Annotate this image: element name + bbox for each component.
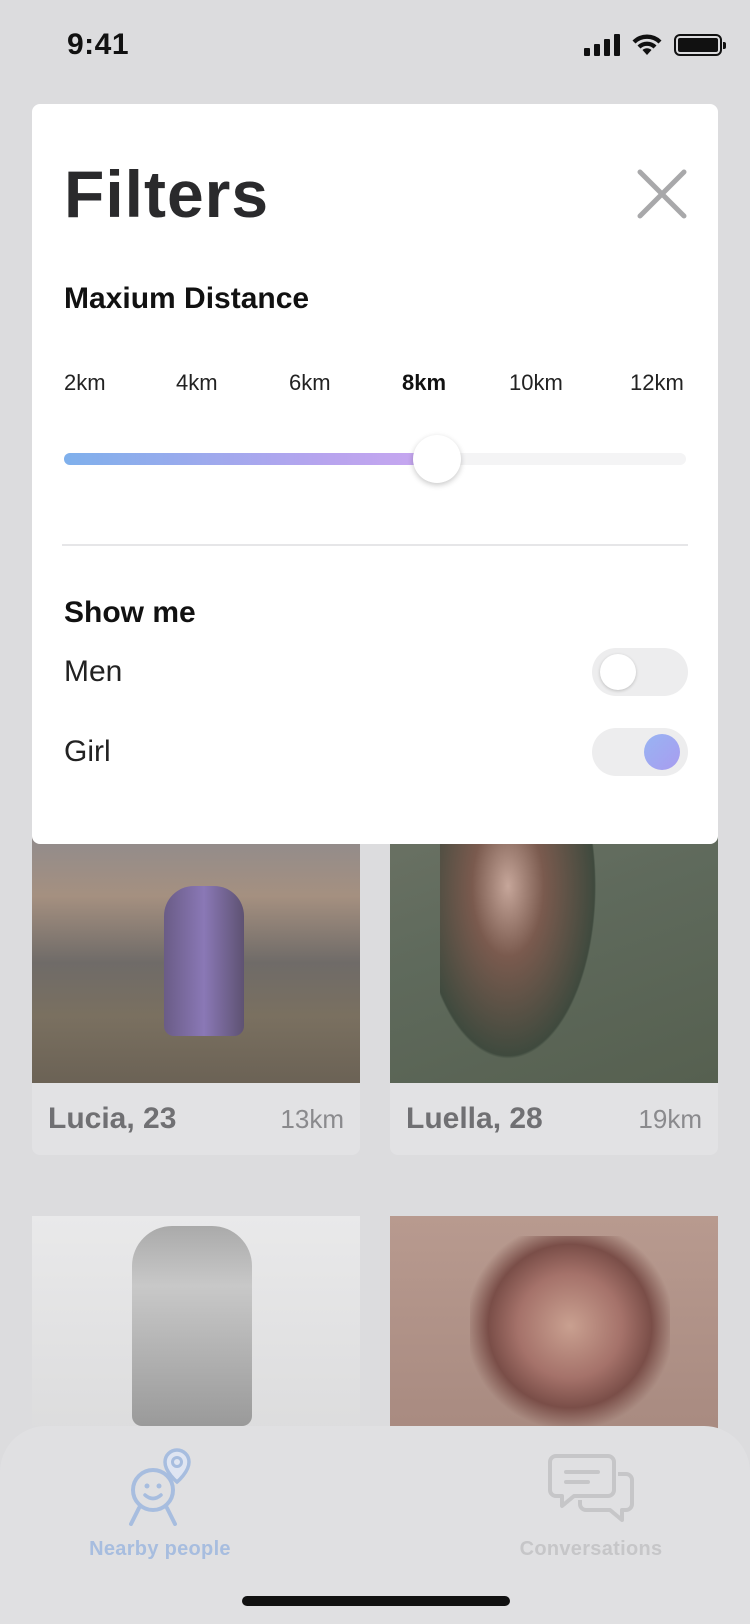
distance-option[interactable]: 12km xyxy=(630,370,684,396)
chat-bubbles-icon xyxy=(548,1454,634,1522)
slider-thumb[interactable] xyxy=(413,435,461,483)
show-men-row: Men xyxy=(64,648,688,696)
person-card[interactable] xyxy=(390,1216,718,1436)
tab-bar: Nearby people Conversations xyxy=(0,1426,750,1624)
person-card[interactable]: Luella, 28 19km xyxy=(390,816,718,1155)
tab-label: Conversations xyxy=(519,1538,663,1560)
show-me-section-title: Show me xyxy=(64,596,196,629)
close-icon[interactable] xyxy=(636,168,688,220)
tab-conversations[interactable]: Conversations xyxy=(508,1446,674,1561)
person-distance: 13km xyxy=(280,1103,344,1134)
status-icons xyxy=(584,34,726,56)
tab-label: Nearby people xyxy=(89,1538,231,1560)
battery-icon xyxy=(674,34,726,56)
divider xyxy=(62,544,688,546)
person-card[interactable]: Lucia, 23 13km xyxy=(32,816,360,1155)
distance-option[interactable]: 10km xyxy=(509,370,563,396)
person-name: Luella, 28 xyxy=(406,1102,543,1135)
show-girl-label: Girl xyxy=(64,735,111,768)
person-card[interactable] xyxy=(32,1216,360,1436)
distance-option[interactable]: 4km xyxy=(176,370,218,396)
cellular-signal-icon xyxy=(584,34,620,56)
person-photo xyxy=(390,1216,718,1436)
home-indicator[interactable] xyxy=(242,1596,510,1606)
show-men-label: Men xyxy=(64,655,123,688)
person-name: Lucia, 23 xyxy=(48,1102,177,1135)
show-girl-row: Girl xyxy=(64,728,688,776)
distance-slider[interactable] xyxy=(64,434,686,484)
show-girl-toggle[interactable] xyxy=(592,728,688,776)
distance-option[interactable]: 2km xyxy=(64,370,106,396)
distance-option-selected[interactable]: 8km xyxy=(402,370,446,396)
tab-nearby-people[interactable]: Nearby people xyxy=(72,1446,248,1561)
distance-option[interactable]: 6km xyxy=(289,370,331,396)
person-photo xyxy=(390,816,718,1086)
person-photo xyxy=(32,816,360,1083)
person-distance: 19km xyxy=(638,1103,702,1134)
person-info: Luella, 28 19km xyxy=(390,1083,718,1155)
modal-title: Filters xyxy=(64,157,270,231)
slider-fill xyxy=(64,453,437,465)
distance-section-title: Maxium Distance xyxy=(64,282,310,315)
show-men-toggle[interactable] xyxy=(592,648,688,696)
nearby-people-icon xyxy=(129,1448,191,1526)
person-info: Lucia, 23 13km xyxy=(32,1083,360,1155)
distance-options: 2km 4km 6km 8km 10km 12km xyxy=(64,370,686,404)
status-time: 9:41 xyxy=(67,28,130,61)
wifi-icon xyxy=(632,34,662,55)
status-bar: 9:41 xyxy=(0,0,750,96)
filters-modal: Filters Maxium Distance 2km 4km 6km 8km … xyxy=(32,104,718,844)
person-photo xyxy=(32,1216,360,1436)
